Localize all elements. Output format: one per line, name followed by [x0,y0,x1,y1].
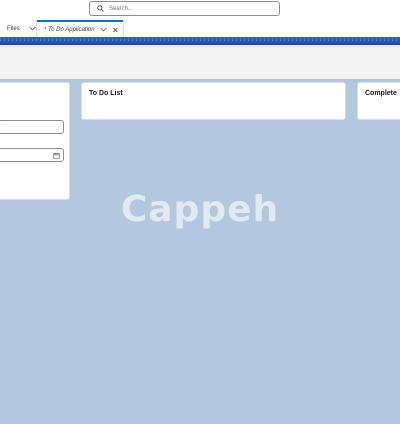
complete-card: Complete [357,82,400,120]
to-do-list-card: To Do List [81,82,346,120]
calendar-icon[interactable] [53,152,60,159]
global-search-box[interactable]: Search... [89,1,280,16]
tab-bar: Files * To Do Application ✕ [0,20,400,37]
complete-title: Complete [365,90,397,97]
tab-files-label: Files [7,25,20,32]
close-icon[interactable]: ✕ [112,26,119,35]
search-placeholder: Search... [109,5,134,12]
chevron-down-icon[interactable] [29,26,36,31]
tab-files[interactable]: Files [7,20,36,37]
brand-strip [0,37,400,45]
to-do-list-title: To Do List [89,90,123,97]
global-header: Search... [0,0,400,20]
due-date-field[interactable] [0,148,64,162]
tab-to-do-application-label: * To Do Application [44,26,95,33]
task-name-field[interactable] [0,120,64,134]
page-header-band [0,45,400,79]
tab-to-do-application[interactable]: * To Do Application ✕ [37,20,123,37]
chevron-down-icon[interactable] [100,27,107,32]
watermark: Cappeh [120,189,280,230]
new-task-form-card [0,82,70,200]
search-icon [97,5,104,12]
